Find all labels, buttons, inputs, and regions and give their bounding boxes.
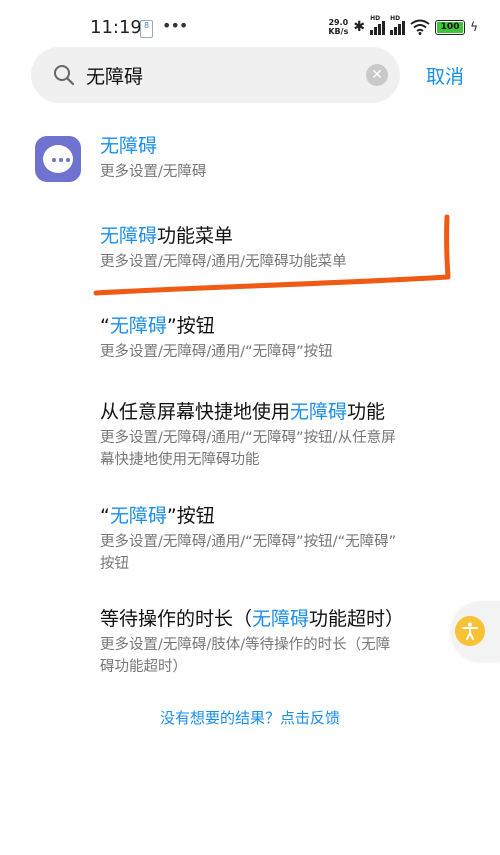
clear-search-icon[interactable]: ✕ (366, 64, 388, 86)
result-title-highlight: 无障碍 (252, 608, 310, 630)
result-path-line-2: 碍功能超时） (100, 659, 187, 675)
result-title: “无障碍”按钮 (100, 315, 215, 337)
clock: 11:19 (90, 17, 142, 38)
status-bar: 11:19 8 ••• 29.0 KB/s ✱ HD HD 100 ϟ (0, 0, 500, 52)
result-path: 更多设置/无障碍/通用/“无障碍”按钮 (100, 344, 333, 360)
result-title-highlight: 无障碍 (100, 135, 158, 157)
signal-hd-label: HD (370, 15, 381, 22)
result-title-highlight: 无障碍 (100, 225, 158, 247)
more-dots-app-icon (35, 136, 81, 182)
cancel-button[interactable]: 取消 (426, 62, 464, 89)
wifi-icon (410, 19, 430, 35)
result-path: 更多设置/无障碍 (100, 164, 207, 180)
search-result-5[interactable]: “无障碍”按钮 更多设置/无障碍/通用/“无障碍”按钮/“无障碍” 按钮 (100, 502, 490, 575)
search-result-3[interactable]: “无障碍”按钮 更多设置/无障碍/通用/“无障碍”按钮 (100, 312, 490, 363)
result-title: 等待操作的时长（无障碍功能超时） (100, 608, 405, 630)
search-result-2[interactable]: 无障碍功能菜单 更多设置/无障碍/通用/无障碍功能菜单 (100, 222, 490, 273)
result-title-highlight: 无障碍 (290, 401, 348, 423)
status-icons: 29.0 KB/s ✱ HD HD 100 ϟ (328, 15, 478, 38)
accessibility-icon (455, 616, 485, 646)
result-path: 更多设置/无障碍/通用/无障碍功能菜单 (100, 254, 347, 270)
result-path-line-2: 幕快捷地使用无障碍功能 (100, 452, 260, 468)
result-title: 无障碍功能菜单 (100, 225, 234, 247)
result-path-line-1: 更多设置/无障碍/通用/“无障碍”按钮/“无障碍” (100, 534, 397, 550)
network-speed-unit: KB/s (328, 27, 349, 36)
result-path-line-1: 更多设置/无障碍/肢体/等待操作的时长（无障 (100, 637, 391, 653)
search-input[interactable] (86, 61, 336, 89)
network-speed: 29.0 KB/s (328, 18, 348, 36)
search-result-4[interactable]: 从任意屏幕快捷地使用无障碍功能 更多设置/无障碍/通用/“无障碍”按钮/从任意屏… (100, 398, 490, 471)
notification-badge-icon: 8 (140, 20, 153, 38)
signal-icon-2: HD (390, 15, 406, 35)
battery-icon: 100 (435, 19, 466, 35)
bluetooth-icon: ✱ (353, 19, 366, 35)
result-path-line-2: 按钮 (100, 556, 129, 572)
search-result-1[interactable]: 无障碍 更多设置/无障碍 (100, 132, 490, 183)
result-title-highlight: 无障碍 (109, 315, 167, 337)
result-title-highlight: 无障碍 (109, 505, 167, 527)
network-speed-value: 29.0 (328, 18, 349, 27)
signal-hd-label-2: HD (390, 15, 401, 22)
more-notifications-icon: ••• (162, 16, 188, 35)
signal-icon: HD (370, 15, 386, 35)
search-bar[interactable]: ✕ (31, 47, 400, 103)
result-title: “无障碍”按钮 (100, 505, 215, 527)
battery-level: 100 (437, 21, 464, 33)
search-icon (54, 65, 75, 86)
feedback-link[interactable]: 没有想要的结果？点击反馈 (0, 707, 500, 728)
search-result-6[interactable]: 等待操作的时长（无障碍功能超时） 更多设置/无障碍/肢体/等待操作的时长（无障 … (100, 605, 490, 678)
result-path-line-1: 更多设置/无障碍/通用/“无障碍”按钮/从任意屏 (100, 430, 396, 446)
charging-icon: ϟ (470, 20, 478, 34)
result-title: 从任意屏幕快捷地使用无障碍功能 (100, 401, 386, 423)
result-title: 无障碍 (100, 132, 490, 160)
